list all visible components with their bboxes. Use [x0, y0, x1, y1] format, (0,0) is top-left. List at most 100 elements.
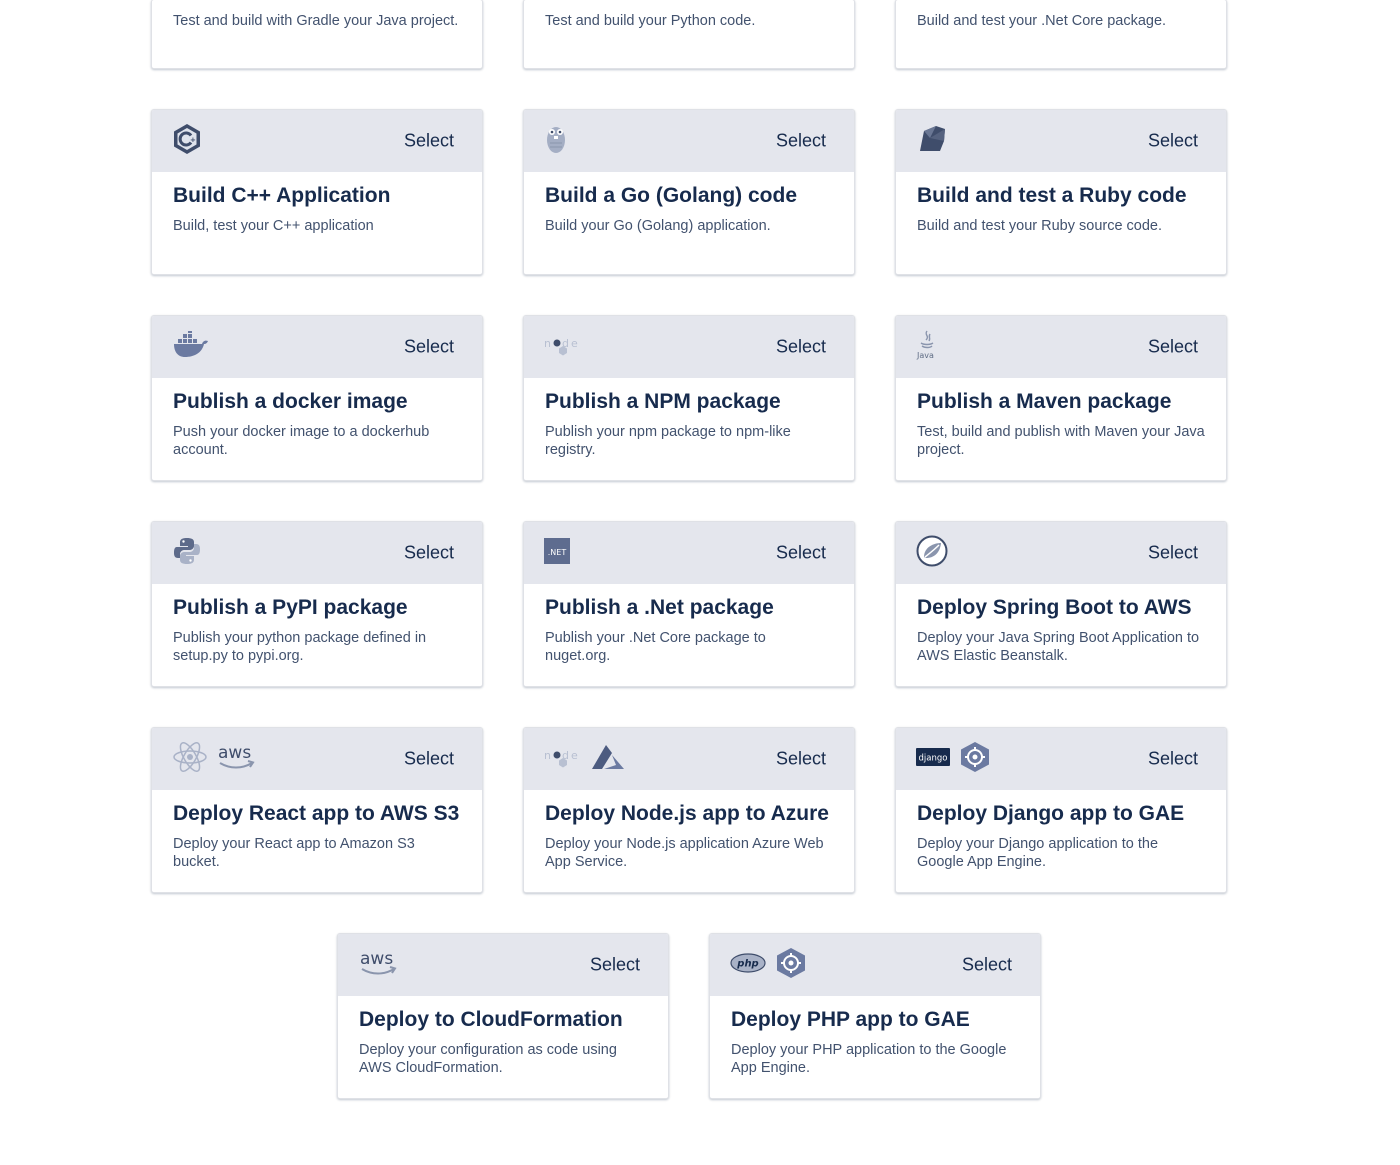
card-body: Build a Go (Golang) code Build your Go (G… [524, 172, 854, 235]
card-header: n d e Select [524, 316, 854, 378]
card-icons [172, 327, 210, 367]
template-card[interactable]: Select Publish a PyPI package Publish your… [151, 521, 483, 687]
card-body: Test and build your Python code. [524, 0, 854, 30]
card-body: Build and test your .Net Core package. [896, 0, 1226, 30]
card-header: Select [152, 316, 482, 378]
template-card[interactable]: + Select Build C++ Application Build, test … [151, 109, 483, 275]
card-body: Deploy Node.js app to Azure Deploy your N… [524, 790, 854, 871]
select-button[interactable]: Select [776, 543, 826, 564]
select-button[interactable]: Select [776, 749, 826, 770]
gae-icon [774, 947, 808, 984]
card-description: Deploy your Java Spring Boot Application… [917, 630, 1200, 664]
card-header: .NET Select [524, 522, 854, 584]
card-icons: Java [916, 327, 938, 367]
svg-text:php: php [736, 958, 758, 969]
select-button[interactable]: Select [962, 955, 1012, 976]
card-title: Deploy PHP app to GAE [731, 1008, 970, 1031]
card-icons: php [730, 945, 808, 985]
card-title: Build C++ Application [173, 184, 391, 207]
azure-icon [590, 743, 626, 776]
template-card[interactable]: php Select Deploy PHP app to GAE Deploy you… [709, 933, 1041, 1099]
svg-text:aws: aws [360, 949, 393, 969]
template-card[interactable]: django Select Deploy Django app to GAE Depl… [895, 727, 1227, 893]
card-title: Deploy Node.js app to Azure [545, 802, 829, 825]
card-body: Deploy Django app to GAE Deploy your Djan… [896, 790, 1226, 871]
spring-icon [916, 535, 948, 572]
card-description: Test, build and publish with Maven your … [917, 424, 1205, 458]
cpp-icon: + [172, 123, 202, 160]
template-card[interactable]: aws Select Deploy React app to AWS S3 Deplo… [151, 727, 483, 893]
template-card[interactable]: aws Select Deploy to CloudFormation Deploy … [337, 933, 669, 1099]
card-description: Publish your .Net Core package to nuget.… [545, 630, 766, 664]
card-header: Select [896, 110, 1226, 172]
card-body: Publish a Maven package Test, build and p… [896, 378, 1226, 459]
card-header: Select [524, 110, 854, 172]
template-card[interactable]: .NET Select Publish a .Net package Publish … [523, 521, 855, 687]
card-body: Build and test a Ruby code Build and test… [896, 172, 1226, 235]
card-title: Publish a docker image [173, 390, 408, 413]
card-description: Build and test your .Net Core package. [917, 13, 1167, 29]
card-description: Build, test your C++ application [173, 218, 374, 234]
select-button[interactable]: Select [776, 337, 826, 358]
card-description: Test and build your Python code. [545, 13, 756, 29]
card-body: Test and build with Gradle your Java pro… [152, 0, 482, 30]
card-icons [916, 533, 948, 573]
template-card[interactable]: Select Build a Go (Golang) code Build your… [523, 109, 855, 275]
card-body: Deploy Spring Boot to AWS Deploy your Jav… [896, 584, 1226, 665]
aws-icon: aws [358, 949, 398, 982]
svg-text:e: e [571, 749, 578, 762]
nodejs-icon: nde [544, 334, 582, 361]
select-button[interactable]: Select [404, 337, 454, 358]
select-button[interactable]: Select [1148, 749, 1198, 770]
template-card[interactable]: n d e Select Deploy Node.js app to Azure Depl… [523, 727, 855, 893]
svg-text:e: e [571, 337, 578, 350]
card-description: Build your Go (Golang) application. [545, 218, 771, 234]
gopher-icon [544, 123, 568, 160]
card-title: Publish a .Net package [545, 596, 774, 619]
select-button[interactable]: Select [404, 749, 454, 770]
select-button[interactable]: Select [404, 543, 454, 564]
card-icons [172, 533, 202, 573]
svg-text:.NET: .NET [548, 548, 567, 557]
template-card[interactable]: Select Publish a docker image Push your do… [151, 315, 483, 481]
card-icons [544, 121, 568, 161]
card-title: Publish a NPM package [545, 390, 781, 413]
card-body: Deploy to CloudFormation Deploy your conf… [338, 996, 668, 1077]
template-card[interactable]: Select Build and test a Ruby code Build an… [895, 109, 1227, 275]
template-card[interactable]: n d e Select Publish a NPM package Publish yo… [523, 315, 855, 481]
select-button[interactable]: Select [590, 955, 640, 976]
template-card[interactable]: Build and test your .Net Core package. [895, 0, 1227, 69]
card-header: Select [152, 522, 482, 584]
card-title: Deploy Django app to GAE [917, 802, 1185, 825]
card-description: Build and test your Ruby source code. [917, 218, 1163, 234]
nodejs-icon: nde [544, 746, 582, 773]
docker-icon [172, 328, 210, 364]
template-card[interactable]: Select Deploy Spring Boot to AWS Deploy yo… [895, 521, 1227, 687]
gae-icon [958, 741, 992, 778]
card-description: Deploy your Node.js application Azure We… [545, 836, 824, 870]
django-icon: django [916, 747, 950, 771]
select-button[interactable]: Select [1148, 131, 1198, 152]
select-button[interactable]: Select [404, 131, 454, 152]
card-title: Deploy to CloudFormation [359, 1008, 623, 1031]
aws-icon: aws [216, 743, 256, 776]
card-description: Push your docker image to a dockerhub ac… [173, 424, 430, 458]
card-header: + Select [152, 110, 482, 172]
template-card[interactable]: Java Select Publish a Maven package Test, b… [895, 315, 1227, 481]
card-description: Publish your npm package to npm-like reg… [545, 424, 791, 458]
card-body: Build C++ Application Build, test your C+… [152, 172, 482, 235]
card-header: django Select [896, 728, 1226, 790]
template-card[interactable]: Test and build your Python code. [523, 0, 855, 69]
card-header: Java Select [896, 316, 1226, 378]
card-description: Test and build with Gradle your Java pro… [173, 13, 459, 29]
select-button[interactable]: Select [1148, 543, 1198, 564]
card-header: aws Select [338, 934, 668, 996]
select-button[interactable]: Select [1148, 337, 1198, 358]
select-button[interactable]: Select [776, 131, 826, 152]
java-icon: Java [916, 329, 938, 366]
card-description: Deploy your Django application to the Go… [917, 836, 1159, 870]
card-description: Deploy your configuration as code using … [359, 1042, 617, 1076]
card-body: Publish a NPM package Publish your npm pa… [524, 378, 854, 459]
template-card[interactable]: Test and build with Gradle your Java pro… [151, 0, 483, 69]
card-icons: + [172, 121, 202, 161]
